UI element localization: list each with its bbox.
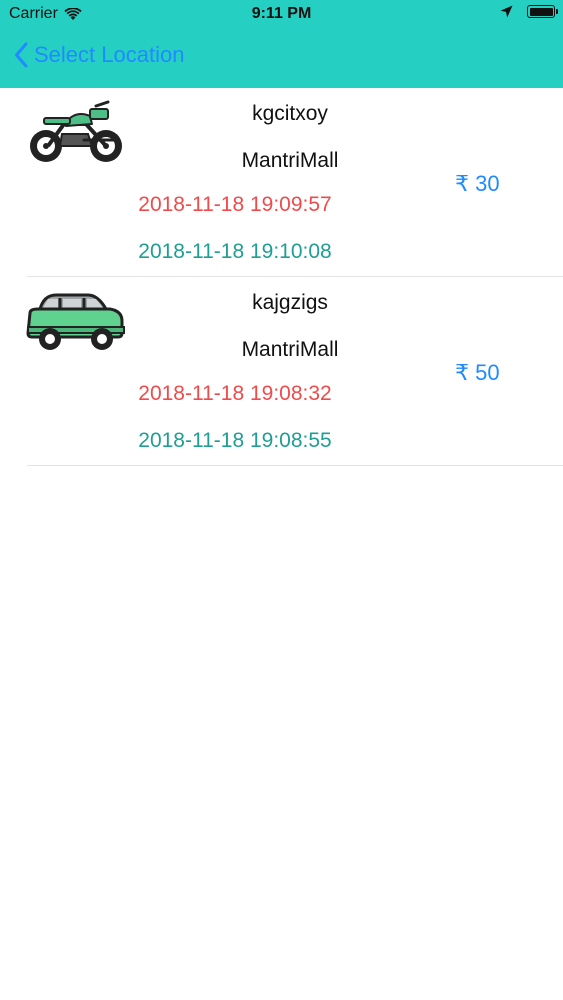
status-right-group bbox=[500, 5, 558, 18]
chevron-left-icon bbox=[15, 42, 28, 68]
back-button[interactable]: Select Location bbox=[14, 42, 184, 68]
in-time: 2018-11-18 19:09:57 bbox=[138, 193, 332, 216]
status-bar: Carrier 9:11 PM bbox=[0, 0, 563, 30]
row-divider bbox=[27, 465, 563, 466]
list-item[interactable]: kgcitxoy MantriMall 2018-11-18 19:09:57 … bbox=[0, 88, 563, 277]
location-arrow-icon bbox=[500, 5, 513, 18]
parking-history-list: kgcitxoy MantriMall 2018-11-18 19:09:57 … bbox=[0, 88, 563, 466]
vehicle-number: kajgzigs bbox=[252, 291, 328, 314]
list-item[interactable]: kajgzigs MantriMall 2018-11-18 19:08:32 … bbox=[0, 277, 563, 466]
in-time: 2018-11-18 19:08:32 bbox=[138, 382, 332, 405]
vehicle-number: kgcitxoy bbox=[252, 102, 328, 125]
amount-label: ₹ 50 bbox=[455, 360, 500, 385]
status-time: 9:11 PM bbox=[251, 5, 312, 22]
location-name: MantriMall bbox=[241, 149, 339, 172]
screen: Carrier 9:11 PM Select Location kgcitxoy… bbox=[0, 0, 563, 1000]
out-time: 2018-11-18 19:10:08 bbox=[138, 240, 332, 263]
battery-icon bbox=[527, 5, 558, 18]
header-bar: Carrier 9:11 PM Select Location bbox=[0, 0, 563, 88]
amount-label: ₹ 30 bbox=[455, 171, 500, 196]
back-button-label: Select Location bbox=[34, 42, 185, 67]
out-time: 2018-11-18 19:08:55 bbox=[138, 429, 332, 452]
location-name: MantriMall bbox=[241, 338, 339, 361]
